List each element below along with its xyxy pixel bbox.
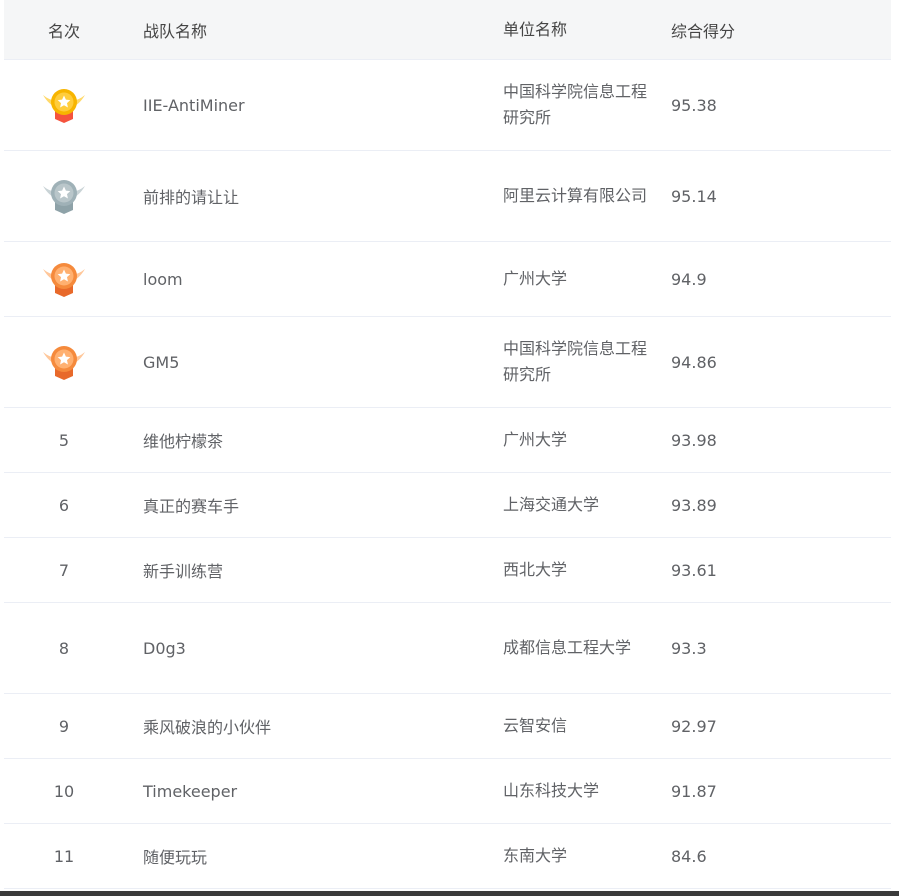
team-name: 前排的请让让 bbox=[143, 188, 240, 207]
table-header: 名次 战队名称 单位名称 综合得分 bbox=[4, 0, 891, 60]
org-name: 阿里云计算有限公司 bbox=[503, 186, 648, 205]
table-row: 8 D0g3 成都信息工程大学 93.3 bbox=[4, 603, 891, 694]
org-name: 中国科学院信息工程研究所 bbox=[503, 82, 648, 127]
score-value: 94.9 bbox=[671, 269, 707, 289]
org-name: 西北大学 bbox=[503, 560, 568, 579]
score-value: 93.98 bbox=[671, 430, 717, 450]
team-name: 维他柠檬茶 bbox=[143, 432, 224, 451]
rank-number: 10 bbox=[53, 781, 75, 801]
rank-number: 7 bbox=[58, 560, 70, 580]
rank-number: 9 bbox=[58, 716, 70, 736]
org-name: 中国科学院信息工程研究所 bbox=[503, 339, 648, 384]
score-value: 93.61 bbox=[671, 560, 717, 580]
team-name: 随便玩玩 bbox=[143, 848, 208, 867]
team-name: 真正的赛车手 bbox=[143, 497, 240, 516]
score-value: 84.6 bbox=[671, 846, 707, 866]
table-row: 前排的请让让 阿里云计算有限公司 95.14 bbox=[4, 151, 891, 242]
rank-number: 8 bbox=[58, 638, 70, 658]
silver-medal-icon bbox=[4, 176, 124, 216]
ranking-table: 名次 战队名称 单位名称 综合得分 IIE-AntiMiner 中国科学院信息工程… bbox=[4, 0, 891, 889]
team-name: Timekeeper bbox=[143, 781, 238, 801]
org-name: 山东科技大学 bbox=[503, 781, 600, 800]
org-name: 东南大学 bbox=[503, 846, 568, 865]
org-name: 成都信息工程大学 bbox=[503, 638, 632, 657]
score-value: 93.89 bbox=[671, 495, 717, 515]
score-value: 95.38 bbox=[671, 95, 717, 115]
team-name: GM5 bbox=[143, 352, 180, 372]
table-row: GM5 中国科学院信息工程研究所 94.86 bbox=[4, 317, 891, 408]
team-name: IIE-AntiMiner bbox=[143, 95, 245, 115]
table-row: IIE-AntiMiner 中国科学院信息工程研究所 95.38 bbox=[4, 60, 891, 151]
rank-number: 11 bbox=[53, 846, 75, 866]
org-name: 云智安信 bbox=[503, 716, 568, 735]
org-name: 上海交通大学 bbox=[503, 495, 600, 514]
team-name: loom bbox=[143, 269, 183, 289]
table-row: 9 乘风破浪的小伙伴 云智安信 92.97 bbox=[4, 694, 891, 759]
gold-medal-icon bbox=[4, 85, 124, 125]
table-row: loom 广州大学 94.9 bbox=[4, 242, 891, 317]
table-row: 6 真正的赛车手 上海交通大学 93.89 bbox=[4, 473, 891, 538]
header-rank: 名次 bbox=[47, 21, 80, 41]
table-body: IIE-AntiMiner 中国科学院信息工程研究所 95.38 前排的请让让 阿里云计… bbox=[4, 60, 891, 889]
team-name: D0g3 bbox=[143, 638, 186, 658]
score-value: 95.14 bbox=[671, 186, 717, 206]
table-row: 5 维他柠檬茶 广州大学 93.98 bbox=[4, 408, 891, 473]
score-value: 94.86 bbox=[671, 352, 717, 372]
org-name: 广州大学 bbox=[503, 430, 568, 449]
score-value: 93.3 bbox=[671, 638, 707, 658]
score-value: 91.87 bbox=[671, 781, 717, 801]
team-name: 新手训练营 bbox=[143, 562, 224, 581]
table-row: 10 Timekeeper 山东科技大学 91.87 bbox=[4, 759, 891, 824]
bronze-medal-icon bbox=[4, 342, 124, 382]
table-row: 7 新手训练营 西北大学 93.61 bbox=[4, 538, 891, 603]
table-row: 11 随便玩玩 东南大学 84.6 bbox=[4, 824, 891, 889]
bronze-medal-icon bbox=[4, 259, 124, 299]
header-team: 战队名称 bbox=[143, 21, 208, 41]
rank-number: 6 bbox=[58, 495, 70, 515]
score-value: 92.97 bbox=[671, 716, 717, 736]
team-name: 乘风破浪的小伙伴 bbox=[143, 718, 272, 737]
rank-number: 5 bbox=[58, 430, 70, 450]
org-name: 广州大学 bbox=[503, 269, 568, 288]
header-score: 综合得分 bbox=[671, 21, 736, 41]
bottom-divider bbox=[0, 891, 899, 896]
header-org: 单位名称 bbox=[503, 19, 568, 39]
